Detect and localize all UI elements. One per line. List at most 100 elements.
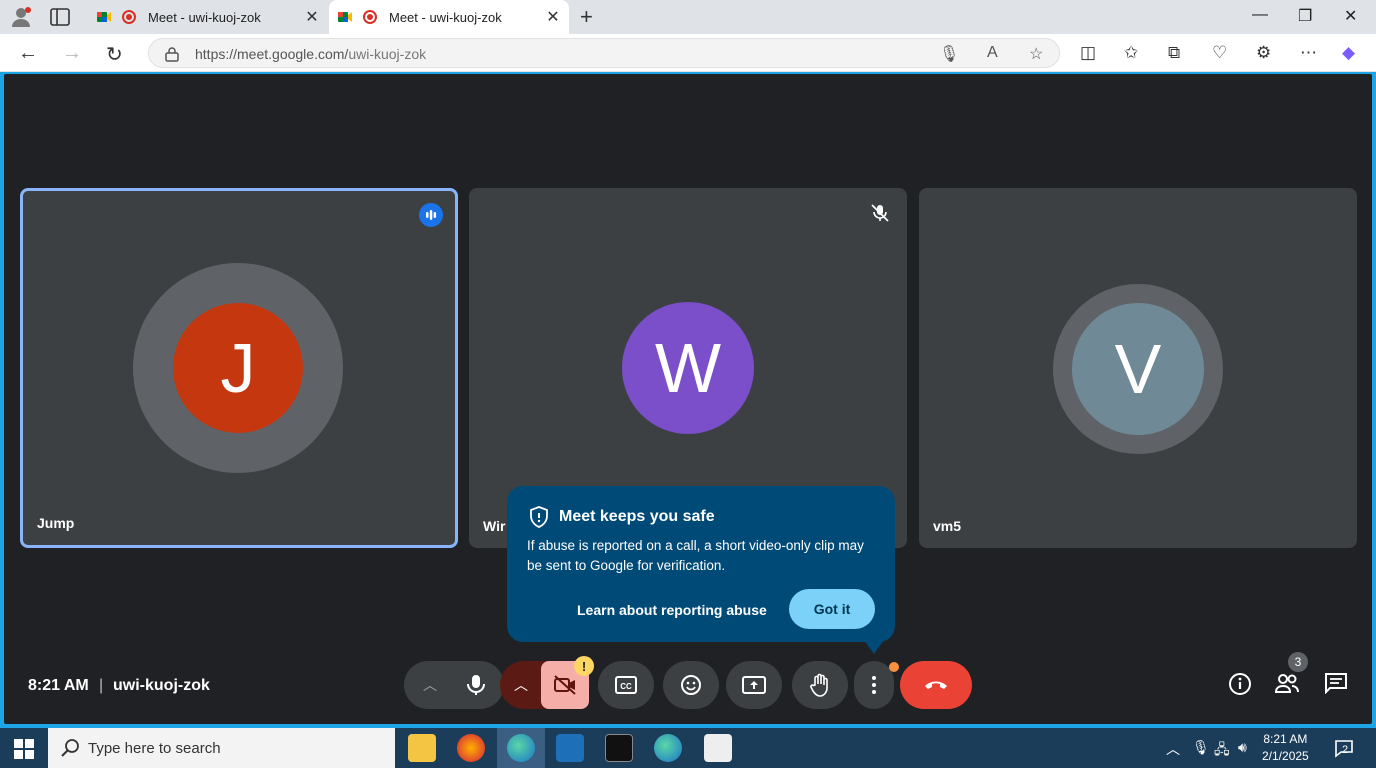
participant-name: Jump bbox=[37, 515, 75, 531]
avatar: W bbox=[622, 302, 754, 434]
remote-desktop-icon[interactable] bbox=[556, 734, 584, 762]
participant-count-badge: 3 bbox=[1288, 652, 1308, 672]
recording-icon bbox=[363, 10, 377, 24]
browser-essentials-icon[interactable]: ♡ bbox=[1212, 43, 1227, 63]
tab-title: Meet - uwi-kuoj-zok bbox=[148, 9, 261, 25]
taskbar-search-box[interactable]: Type here to search bbox=[48, 728, 395, 768]
meet-stage: J Jump W Wir V vm5 Meet keeps you safe I… bbox=[4, 74, 1372, 724]
audio-options-chevron-icon[interactable]: ︿ bbox=[408, 675, 452, 695]
participant-tile-vm5[interactable]: V vm5 bbox=[919, 188, 1357, 548]
camera-off-icon bbox=[554, 675, 576, 695]
address-bar[interactable]: https://meet.google.com/uwi-kuoj-zok 🎙︎ … bbox=[148, 38, 1060, 68]
more-vert-icon bbox=[872, 676, 876, 694]
tab-close-icon[interactable]: ✕ bbox=[302, 7, 322, 27]
participant-name: vm5 bbox=[933, 518, 962, 534]
tab-title: Meet - uwi-kuoj-zok bbox=[389, 9, 502, 25]
network-icon[interactable]: 🖧 bbox=[1214, 739, 1230, 763]
emoji-icon bbox=[681, 675, 701, 695]
collections-icon[interactable]: ⧉ bbox=[1168, 43, 1180, 63]
url-text[interactable]: https://meet.google.com/uwi-kuoj-zok bbox=[195, 46, 426, 62]
tab-close-icon[interactable]: ✕ bbox=[543, 7, 563, 27]
avatar: J bbox=[173, 303, 303, 433]
raise-hand-icon bbox=[810, 673, 828, 697]
meeting-info-icon[interactable] bbox=[1228, 672, 1252, 696]
show-hidden-icons-chevron-icon[interactable]: ︿ bbox=[1166, 739, 1180, 759]
restore-icon[interactable]: ❐ bbox=[1298, 6, 1312, 26]
shield-icon bbox=[530, 506, 548, 528]
meet-favicon-icon bbox=[338, 12, 352, 22]
file-explorer-icon[interactable] bbox=[408, 734, 436, 762]
mic-icon[interactable]: 🎙︎ bbox=[939, 44, 959, 64]
firefox-icon[interactable] bbox=[457, 734, 485, 762]
favorite-star-icon[interactable]: ☆ bbox=[1029, 44, 1043, 64]
minimize-icon[interactable]: — bbox=[1252, 6, 1268, 24]
learn-reporting-abuse-link[interactable]: Learn about reporting abuse bbox=[577, 602, 767, 618]
present-icon bbox=[742, 676, 766, 694]
notifications-icon[interactable]: 2 bbox=[1334, 738, 1354, 758]
raise-hand-button[interactable] bbox=[792, 661, 848, 709]
new-tab-icon[interactable]: + bbox=[580, 4, 593, 30]
chat-icon[interactable] bbox=[1324, 672, 1348, 694]
volume-icon[interactable]: 🔊︎ bbox=[1238, 739, 1247, 756]
meeting-code: uwi-kuoj-zok bbox=[113, 677, 210, 694]
edge-canary-icon[interactable] bbox=[654, 734, 682, 762]
close-window-icon[interactable]: ✕ bbox=[1344, 6, 1357, 26]
notification-dot bbox=[889, 662, 899, 672]
system-clock[interactable]: 8:21 AM 2/1/2025 bbox=[1262, 731, 1309, 765]
windows-taskbar: Type here to search ︿ 🎙︎ 🖧 🔊︎ 8:21 AM 2/… bbox=[0, 728, 1376, 768]
tab-meet-2[interactable]: Meet - uwi-kuoj-zok ✕ bbox=[329, 0, 569, 34]
lock-icon[interactable] bbox=[165, 46, 179, 62]
leave-call-button[interactable] bbox=[900, 661, 972, 709]
participant-name: Wir bbox=[483, 518, 506, 534]
browser-toolbar: ← → ↻ https://meet.google.com/uwi-kuoj-z… bbox=[0, 34, 1376, 72]
meeting-time: 8:21 AM bbox=[28, 677, 89, 694]
forward-icon[interactable]: → bbox=[62, 42, 82, 65]
closed-captions-icon: CC bbox=[615, 676, 637, 694]
hang-up-icon bbox=[925, 681, 947, 689]
search-icon bbox=[61, 739, 79, 757]
split-screen-icon[interactable]: ◫ bbox=[1080, 43, 1096, 63]
participant-tile-jump[interactable]: J Jump bbox=[20, 188, 458, 548]
popup-title: Meet keeps you safe bbox=[559, 508, 715, 525]
refresh-icon[interactable]: ↻ bbox=[106, 42, 123, 67]
popup-body: If abuse is reported on a call, a short … bbox=[527, 538, 864, 573]
clock-date: 2/1/2025 bbox=[1262, 749, 1309, 763]
meet-safety-popup: Meet keeps you safe If abuse is reported… bbox=[507, 486, 895, 654]
read-aloud-icon[interactable]: A bbox=[987, 44, 998, 62]
favorites-icon[interactable]: ✩ bbox=[1124, 43, 1138, 63]
browser-tab-bar: Meet - uwi-kuoj-zok ✕ Meet - uwi-kuoj-zo… bbox=[0, 0, 1376, 34]
edge-icon[interactable] bbox=[507, 734, 535, 762]
captions-button[interactable]: CC bbox=[598, 661, 654, 709]
clock-time: 8:21 AM bbox=[1263, 732, 1308, 746]
extensions-icon[interactable]: ⚙ bbox=[1256, 43, 1271, 63]
avatar-initial: V bbox=[1114, 330, 1162, 408]
reactions-button[interactable] bbox=[663, 661, 719, 709]
separator: | bbox=[99, 677, 104, 694]
got-it-button[interactable]: Got it bbox=[789, 589, 875, 629]
more-options-button[interactable] bbox=[854, 661, 894, 709]
camera-warning-badge: ! bbox=[574, 656, 594, 676]
avatar-initial: W bbox=[654, 329, 722, 407]
notification-count: 2 bbox=[1342, 744, 1349, 756]
avatar: V bbox=[1072, 303, 1204, 435]
tab-actions-icon[interactable] bbox=[50, 8, 70, 26]
tab-meet-1[interactable]: Meet - uwi-kuoj-zok ✕ bbox=[88, 0, 328, 34]
terminal-icon[interactable] bbox=[605, 734, 633, 762]
copilot-icon[interactable]: ◆ bbox=[1342, 43, 1355, 63]
audio-control-group: ︿ bbox=[404, 661, 504, 709]
present-screen-button[interactable] bbox=[726, 661, 782, 709]
url-path: uwi-kuoj-zok bbox=[348, 46, 427, 62]
microsoft-store-icon[interactable] bbox=[704, 734, 732, 762]
speaking-indicator-icon bbox=[419, 203, 443, 227]
microphone-tray-icon[interactable]: 🎙︎ bbox=[1192, 739, 1210, 756]
recording-icon bbox=[122, 10, 136, 24]
back-icon[interactable]: ← bbox=[18, 42, 38, 65]
meet-favicon-icon bbox=[97, 12, 111, 22]
windows-start-icon[interactable] bbox=[14, 739, 34, 759]
url-host: https://meet.google.com/ bbox=[195, 46, 349, 62]
microphone-button[interactable] bbox=[452, 661, 500, 709]
more-options-icon[interactable]: ⋯ bbox=[1300, 43, 1317, 63]
profile-icon[interactable] bbox=[10, 6, 32, 28]
people-icon[interactable] bbox=[1274, 672, 1300, 694]
video-options-chevron-icon[interactable]: ︿ bbox=[501, 675, 541, 695]
